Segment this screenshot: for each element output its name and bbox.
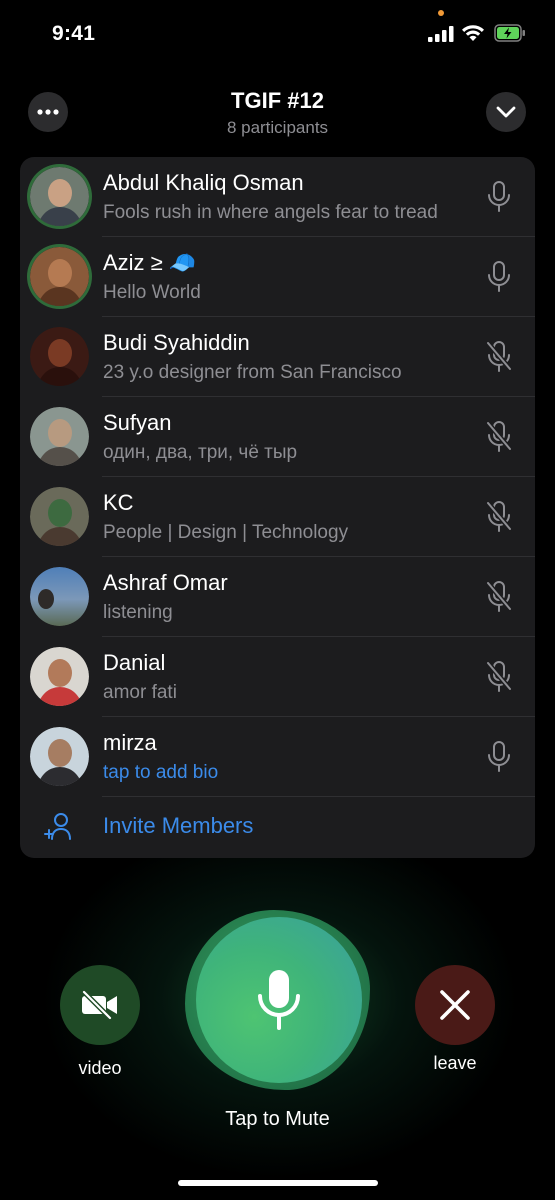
avatar (30, 567, 89, 626)
participant-count: 8 participants (226, 118, 329, 137)
participant-row[interactable]: KC People | Design | Technology (20, 477, 535, 557)
microphone-muted-icon (486, 421, 512, 452)
close-icon (440, 990, 470, 1020)
participant-name: Sufyan (103, 410, 172, 435)
minimize-call-button[interactable] (486, 92, 526, 132)
microphone-muted-icon (486, 501, 512, 532)
participant-name: mirza (103, 730, 157, 755)
add-user-icon (44, 813, 71, 840)
mute-button[interactable] (196, 917, 362, 1083)
microphone-muted-icon (486, 341, 512, 372)
avatar (30, 647, 89, 706)
microphone-muted-icon (486, 581, 512, 612)
participant-bio: Hello World (103, 282, 201, 303)
video-label: video (78, 1058, 122, 1078)
wifi-icon (462, 25, 484, 41)
participant-name: Danial (103, 650, 166, 675)
cellular-signal-icon (428, 26, 454, 42)
battery-charging-icon (494, 24, 525, 42)
participant-row[interactable]: Abdul Khaliq Osman Fools rush in where a… (20, 157, 535, 237)
avatar (30, 327, 89, 386)
status-time: 9:41 (52, 22, 96, 45)
microphone-icon (488, 181, 510, 212)
participant-name: Aziz ≥ 🧢 (103, 250, 197, 275)
participant-row[interactable]: mirza tap to add bio (20, 717, 535, 797)
mute-label: Tap to Mute (225, 1108, 330, 1130)
microphone-icon (488, 741, 510, 772)
avatar (30, 487, 89, 546)
status-bar: 9:41 (0, 0, 555, 70)
avatar (30, 167, 89, 226)
privacy-indicator (438, 10, 444, 16)
participant-name: KC (103, 490, 134, 515)
microphone-muted-icon (486, 661, 512, 692)
participant-bio: один, два, три, чё тыр (103, 442, 298, 463)
participant-name: Abdul Khaliq Osman (103, 170, 304, 195)
microphone-icon (258, 970, 300, 1030)
leave-label: leave (433, 1053, 477, 1073)
invite-members-label: Invite Members (103, 813, 254, 838)
participant-row[interactable]: Budi Syahiddin 23 y.o designer from San … (20, 317, 535, 397)
invite-members-button[interactable]: Invite Members (20, 797, 535, 858)
participant-bio: Fools rush in where angels fear to tread (103, 202, 438, 223)
participant-bio: amor fati (103, 682, 177, 703)
participant-bio: 23 y.o designer from San Francisco (103, 362, 402, 383)
participant-row[interactable]: Sufyan один, два, три, чё тыр (20, 397, 535, 477)
participant-name: Ashraf Omar (103, 570, 228, 595)
chevron-down-icon (496, 106, 516, 118)
avatar (30, 407, 89, 466)
home-indicator[interactable] (178, 1180, 378, 1186)
participant-row[interactable]: Ashraf Omar listening (20, 557, 535, 637)
add-bio-link[interactable]: tap to add bio (103, 762, 218, 784)
leave-button[interactable] (415, 965, 495, 1045)
participant-row[interactable]: Aziz ≥ 🧢 Hello World (20, 237, 535, 317)
avatar (30, 247, 89, 306)
participant-row[interactable]: Danial amor fati (20, 637, 535, 717)
participant-name: Budi Syahiddin (103, 330, 250, 355)
video-button[interactable] (60, 965, 140, 1045)
participant-bio: People | Design | Technology (103, 522, 349, 543)
call-title: TGIF #12 (231, 88, 324, 113)
video-off-icon (82, 990, 117, 1020)
microphone-icon (488, 261, 510, 292)
participant-bio: listening (103, 602, 173, 623)
avatar (30, 727, 89, 786)
voice-chat-screen: 9:41 TGIF #12 8 participants Abdul Khali… (0, 0, 555, 1200)
participants-list: Abdul Khaliq Osman Fools rush in where a… (20, 157, 535, 858)
